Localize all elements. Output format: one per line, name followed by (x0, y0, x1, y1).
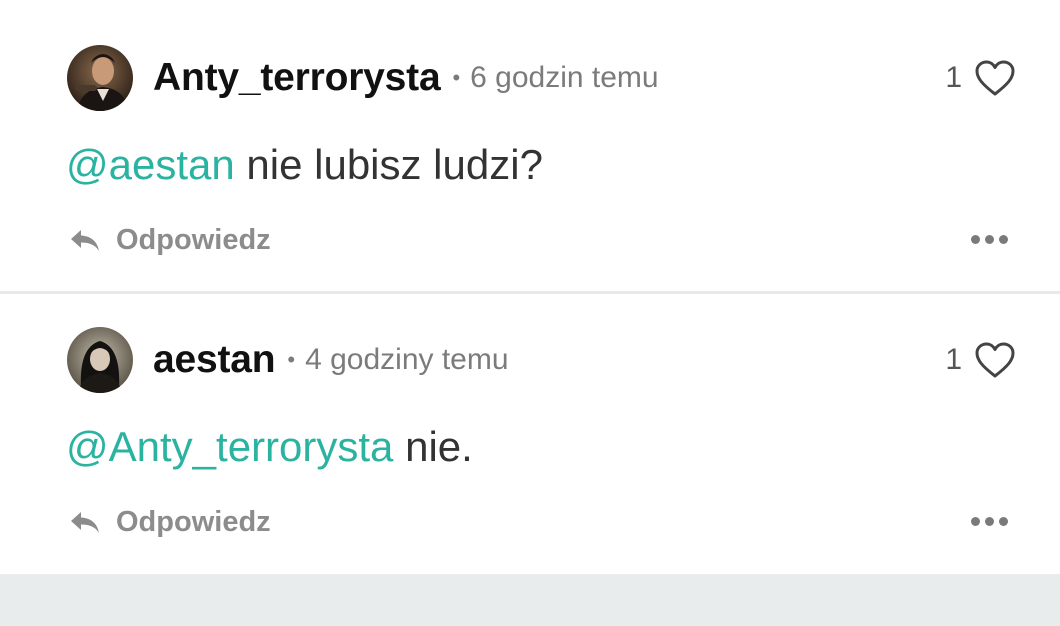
comment-body: @aestan nie lubisz ludzi? (66, 141, 543, 189)
timestamp: 4 godziny temu (305, 343, 509, 376)
heart-icon[interactable] (974, 341, 1016, 379)
avatar[interactable] (67, 327, 133, 393)
comment-text: nie lubisz ludzi? (234, 141, 543, 188)
reply-label: Odpowiedz (116, 223, 271, 256)
dot (999, 234, 1008, 244)
mention-link[interactable]: @aestan (66, 141, 235, 188)
like-count: 1 (945, 61, 962, 94)
more-dots-icon[interactable] (971, 501, 1008, 541)
more-dots-icon[interactable] (971, 219, 1008, 259)
dot (985, 234, 994, 244)
meta-separator: • (452, 65, 461, 90)
reply-button[interactable]: Odpowiedz (68, 220, 271, 260)
avatar-photo-woman (67, 327, 133, 393)
reply-arrow-icon (71, 512, 99, 533)
heart-icon[interactable] (974, 59, 1016, 97)
avatar[interactable] (67, 45, 133, 111)
like-button[interactable]: 1 (945, 45, 1016, 111)
username[interactable]: aestan (153, 338, 276, 382)
comment-body: @Anty_terrorysta nie. (66, 423, 473, 471)
comment-item: aestan • 4 godziny temu 1 @Anty_terrorys… (0, 294, 1060, 574)
comment-header: aestan • 4 godziny temu (153, 327, 509, 393)
like-button[interactable]: 1 (945, 327, 1016, 393)
reply-button[interactable]: Odpowiedz (68, 502, 271, 542)
dot (971, 234, 980, 244)
page-footer-background (0, 574, 1060, 626)
timestamp: 6 godzin temu (470, 61, 659, 94)
comment-text: nie. (393, 423, 473, 470)
comments-page: Anty_terrorysta • 6 godzin temu 1 @aesta… (0, 0, 1060, 626)
dot (999, 516, 1008, 526)
mention-link[interactable]: @Anty_terrorysta (66, 423, 393, 470)
reply-arrow-icon (71, 230, 99, 251)
reply-label: Odpowiedz (116, 505, 271, 538)
dot (985, 516, 994, 526)
like-count: 1 (945, 343, 962, 376)
username[interactable]: Anty_terrorysta (153, 56, 441, 100)
avatar-photo-man (67, 45, 133, 111)
comment-item: Anty_terrorysta • 6 godzin temu 1 @aesta… (0, 0, 1060, 292)
dot (971, 516, 980, 526)
meta-separator: • (287, 347, 296, 372)
comment-header: Anty_terrorysta • 6 godzin temu (153, 45, 659, 111)
